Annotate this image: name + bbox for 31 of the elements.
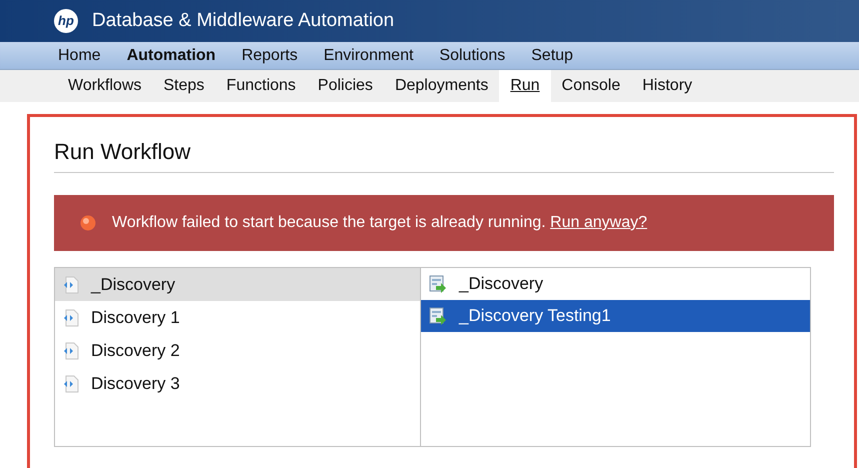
- server-arrow-icon: [429, 307, 447, 325]
- workflow-file-icon: [63, 308, 79, 326]
- page-title: Run Workflow: [54, 135, 834, 173]
- target-item[interactable]: _Discovery: [421, 268, 810, 300]
- target-item[interactable]: _Discovery Testing1: [421, 300, 810, 332]
- run-anyway-link[interactable]: Run anyway?: [550, 214, 648, 231]
- subnav-tab[interactable]: Deployments: [384, 70, 500, 102]
- workflow-item[interactable]: Discovery 3: [55, 367, 420, 400]
- subnav-tab[interactable]: Run: [499, 70, 551, 102]
- workflow-item[interactable]: Discovery 2: [55, 334, 420, 367]
- workflow-file-icon: [63, 374, 79, 392]
- subnav-tab[interactable]: Steps: [152, 70, 216, 102]
- nav-tab[interactable]: Solutions: [439, 44, 506, 68]
- subnav-tab[interactable]: Functions: [215, 70, 307, 102]
- nav-tab[interactable]: Setup: [531, 44, 574, 68]
- workflow-item[interactable]: Discovery 1: [55, 301, 420, 334]
- server-arrow-icon: [429, 275, 447, 293]
- nav-tab[interactable]: Home: [58, 44, 101, 68]
- nav-tab[interactable]: Environment: [324, 44, 414, 68]
- app-title: Database & Middleware Automation: [92, 8, 394, 33]
- subnav-tab[interactable]: Policies: [306, 70, 384, 102]
- subnav-tab[interactable]: Workflows: [57, 70, 152, 102]
- error-message: Workflow failed to start because the target is already running.: [112, 214, 546, 231]
- logo: hp: [54, 9, 78, 33]
- nav-tab[interactable]: Reports: [242, 44, 298, 68]
- status-dot-icon: [80, 215, 96, 231]
- workflow-file-icon: [63, 342, 79, 360]
- workflow-item[interactable]: _Discovery: [55, 268, 420, 301]
- subnav-tab[interactable]: Console: [550, 70, 632, 102]
- workflow-file-icon: [63, 276, 79, 294]
- subnav-tab[interactable]: History: [631, 70, 704, 102]
